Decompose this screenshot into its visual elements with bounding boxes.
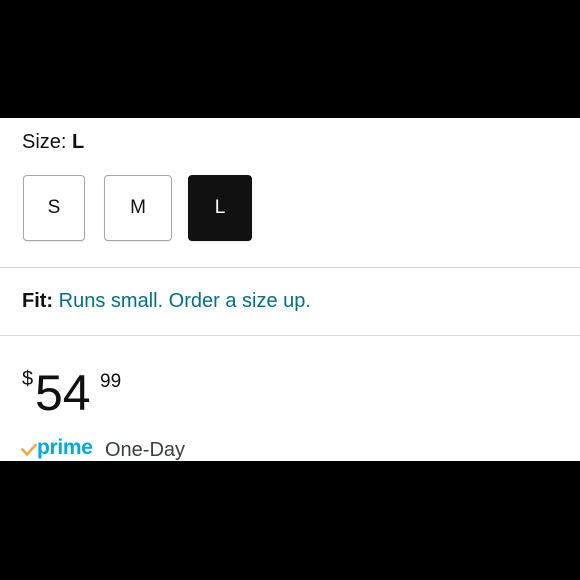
- divider: [0, 335, 580, 336]
- letterbox-bottom: [0, 461, 580, 580]
- fit-note: Fit: Runs small. Order a size up.: [22, 289, 311, 313]
- size-option-s[interactable]: S: [23, 175, 85, 241]
- size-heading: Size: L: [22, 130, 84, 154]
- size-option-m[interactable]: M: [104, 175, 172, 241]
- divider: [0, 267, 580, 268]
- price-fraction: 99: [100, 371, 122, 392]
- letterbox-top: [0, 0, 580, 118]
- price-currency-symbol: $: [22, 368, 34, 390]
- size-label: Size:: [22, 131, 67, 153]
- size-selected-value: L: [72, 131, 85, 153]
- size-option-l[interactable]: L: [188, 175, 252, 241]
- fit-advice-link[interactable]: Runs small. Order a size up.: [59, 290, 311, 312]
- delivery-speed: One-Day: [105, 439, 186, 461]
- product-options-panel: Size: L S M L Fit: Runs small. Order a s…: [0, 118, 580, 461]
- price-whole: 54: [35, 365, 91, 421]
- size-option-label: S: [47, 197, 61, 218]
- fit-label: Fit:: [22, 290, 54, 312]
- prime-label: prime: [37, 436, 93, 459]
- prime-check-icon: [21, 443, 37, 456]
- size-option-label: M: [130, 197, 146, 218]
- size-option-label: L: [214, 197, 226, 218]
